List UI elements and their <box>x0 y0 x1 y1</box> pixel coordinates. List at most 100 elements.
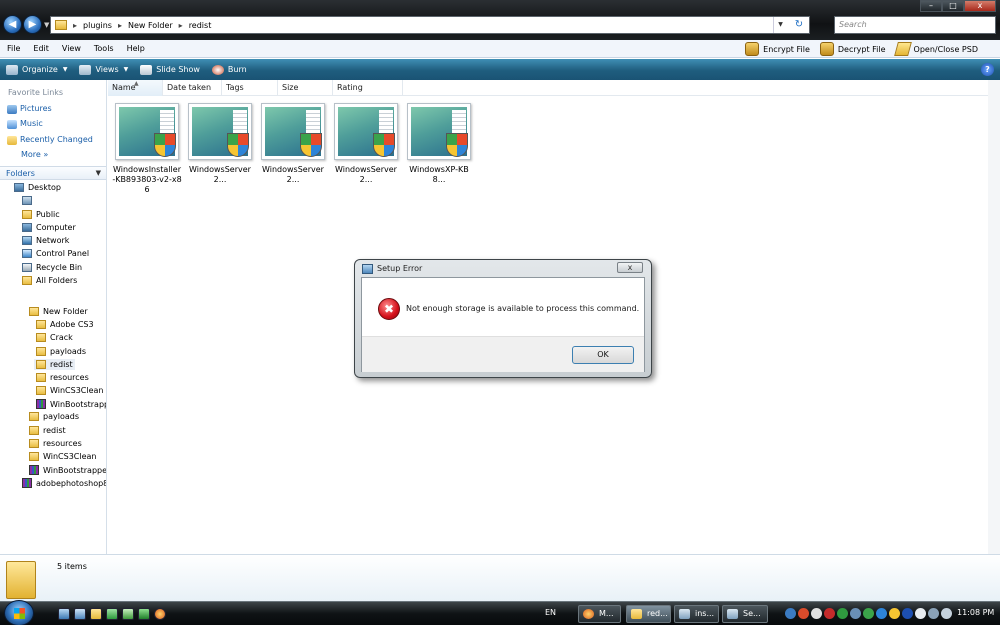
start-button[interactable] <box>4 600 34 625</box>
tray-icon[interactable] <box>876 608 887 619</box>
column-size[interactable]: Size <box>278 80 333 96</box>
taskbar-button[interactable]: ins... <box>674 605 719 623</box>
favorite-recently-changed[interactable]: Recently Changed <box>20 135 93 144</box>
tree-item-resources[interactable]: resources <box>29 439 82 448</box>
tree-item-public[interactable]: Public <box>22 210 60 219</box>
clock[interactable]: 11:08 PM <box>957 608 994 617</box>
shield-icon <box>373 133 395 157</box>
tree-item-label: WinBootstrapp <box>50 399 107 409</box>
menu-edit[interactable]: Edit <box>26 44 55 53</box>
tree-item-adobephotoshop[interactable]: adobephotoshop8- <box>22 478 106 488</box>
tree-item-adobe-cs3[interactable]: Adobe CS3 <box>36 320 94 329</box>
tray-icon[interactable] <box>902 608 913 619</box>
show-desktop-icon[interactable] <box>58 608 70 620</box>
search-input[interactable]: Search <box>834 16 996 34</box>
breadcrumb-item[interactable]: New Folder <box>128 21 173 30</box>
language-indicator[interactable]: EN <box>545 608 556 617</box>
back-button[interactable]: ◀ <box>3 15 22 34</box>
tree-item-desktop[interactable]: Desktop <box>14 183 61 192</box>
menu-file[interactable]: File <box>0 44 26 53</box>
organize-button[interactable]: Organize ▼ <box>0 64 73 75</box>
views-label: Views <box>95 65 119 74</box>
tray-icon[interactable] <box>798 608 809 619</box>
decrypt-file-button[interactable]: Decrypt File <box>819 42 886 56</box>
tray-icon[interactable] <box>837 608 848 619</box>
tree-item-winbootstrapper[interactable]: WinBootstrapper <box>29 465 106 475</box>
column-name[interactable]: ▲ Name <box>108 80 163 96</box>
lock-icon <box>745 42 760 56</box>
tray-icon[interactable] <box>824 608 835 619</box>
tray-icon[interactable] <box>915 608 926 619</box>
tree-item-redist-selected[interactable]: redist <box>34 359 75 370</box>
dialog-close-button[interactable]: x <box>617 262 643 273</box>
app-icon[interactable] <box>122 608 134 620</box>
app-icon[interactable] <box>106 608 118 620</box>
encrypt-file-button[interactable]: Encrypt File <box>745 42 810 56</box>
tree-item-wincs3clean[interactable]: WinCS3Clean <box>29 452 96 461</box>
tree-item-crack[interactable]: Crack <box>36 333 73 342</box>
folders-header[interactable]: Folders ▼ <box>0 166 106 180</box>
explorer-icon[interactable] <box>90 608 102 620</box>
switch-windows-icon[interactable] <box>74 608 86 620</box>
menu-view[interactable]: View <box>55 44 87 53</box>
tree-item-payloads[interactable]: payloads <box>36 347 86 356</box>
tree-item-network[interactable]: Network <box>22 236 69 245</box>
tray-icon[interactable] <box>863 608 874 619</box>
views-button[interactable]: Views ▼ <box>73 64 134 75</box>
tree-item-all-folders[interactable]: All Folders <box>22 276 77 285</box>
favorite-pictures[interactable]: Pictures <box>20 104 52 113</box>
maximize-button[interactable]: □ <box>942 0 964 12</box>
tray-icon[interactable] <box>889 608 900 619</box>
file-item[interactable]: WindowsServer2... <box>331 103 401 185</box>
tray-icon[interactable] <box>785 608 796 619</box>
pictures-icon <box>7 105 17 114</box>
tree-item-label: Crack <box>50 333 73 342</box>
open-close-psd-button[interactable]: Open/Close PSD <box>893 42 978 56</box>
tree-item-winbootstrapp[interactable]: WinBootstrapp <box>36 399 107 409</box>
file-item[interactable]: WindowsServer2... <box>185 103 255 185</box>
tree-item-resources[interactable]: resources <box>36 373 89 382</box>
close-button[interactable]: x <box>964 0 996 12</box>
column-tags[interactable]: Tags <box>222 80 278 96</box>
file-item[interactable]: WindowsInstaller-KB893803-v2-x86 <box>112 103 182 195</box>
menu-help[interactable]: Help <box>120 44 151 53</box>
help-icon[interactable]: ? <box>981 63 994 76</box>
file-item[interactable]: WindowsXP-KB8... <box>404 103 474 185</box>
tree-item-new-folder[interactable]: New Folder <box>29 307 88 316</box>
firefox-icon[interactable] <box>154 608 166 620</box>
taskbar-button[interactable]: red... <box>626 605 671 623</box>
tray-icon[interactable] <box>811 608 822 619</box>
tree-item-user[interactable] <box>22 196 36 205</box>
vertical-scrollbar[interactable] <box>988 80 1000 554</box>
tray-icon[interactable] <box>850 608 861 619</box>
slideshow-button[interactable]: Slide Show <box>134 64 206 75</box>
address-dropdown[interactable]: ▼ <box>773 17 787 33</box>
minimize-button[interactable]: – <box>920 0 942 12</box>
tree-item-wincs3clean[interactable]: WinCS3Clean <box>36 386 103 395</box>
taskbar-button[interactable]: M... <box>578 605 621 623</box>
address-field[interactable]: ▸ plugins ▸ New Folder ▸ redist ▼ ↻ <box>50 16 810 34</box>
ok-button[interactable]: OK <box>572 346 634 364</box>
taskbar-button[interactable]: Se... <box>722 605 768 623</box>
column-rating[interactable]: Rating <box>333 80 403 96</box>
tree-item-control-panel[interactable]: Control Panel <box>22 249 89 258</box>
file-name: WindowsServer2... <box>189 165 251 184</box>
app-icon[interactable] <box>138 608 150 620</box>
tree-item-payloads[interactable]: payloads <box>29 412 79 421</box>
tree-item-recycle-bin[interactable]: Recycle Bin <box>22 263 82 272</box>
more-link[interactable]: More » <box>21 150 48 159</box>
breadcrumb-item[interactable]: plugins <box>83 21 112 30</box>
tree-item-redist[interactable]: redist <box>29 426 66 435</box>
refresh-icon[interactable]: ↻ <box>791 18 807 32</box>
volume-icon[interactable] <box>941 608 952 619</box>
forward-button[interactable]: ▶ <box>23 15 42 34</box>
recent-pages-dropdown[interactable]: ▼ <box>44 21 49 29</box>
column-date-taken[interactable]: Date taken <box>163 80 222 96</box>
file-item[interactable]: WindowsServer2... <box>258 103 328 185</box>
breadcrumb-item[interactable]: redist <box>189 21 212 30</box>
burn-button[interactable]: Burn <box>206 64 253 75</box>
favorite-music[interactable]: Music <box>20 119 43 128</box>
menu-tools[interactable]: Tools <box>87 44 120 53</box>
tree-item-computer[interactable]: Computer <box>22 223 76 232</box>
network-status-icon[interactable] <box>928 608 939 619</box>
